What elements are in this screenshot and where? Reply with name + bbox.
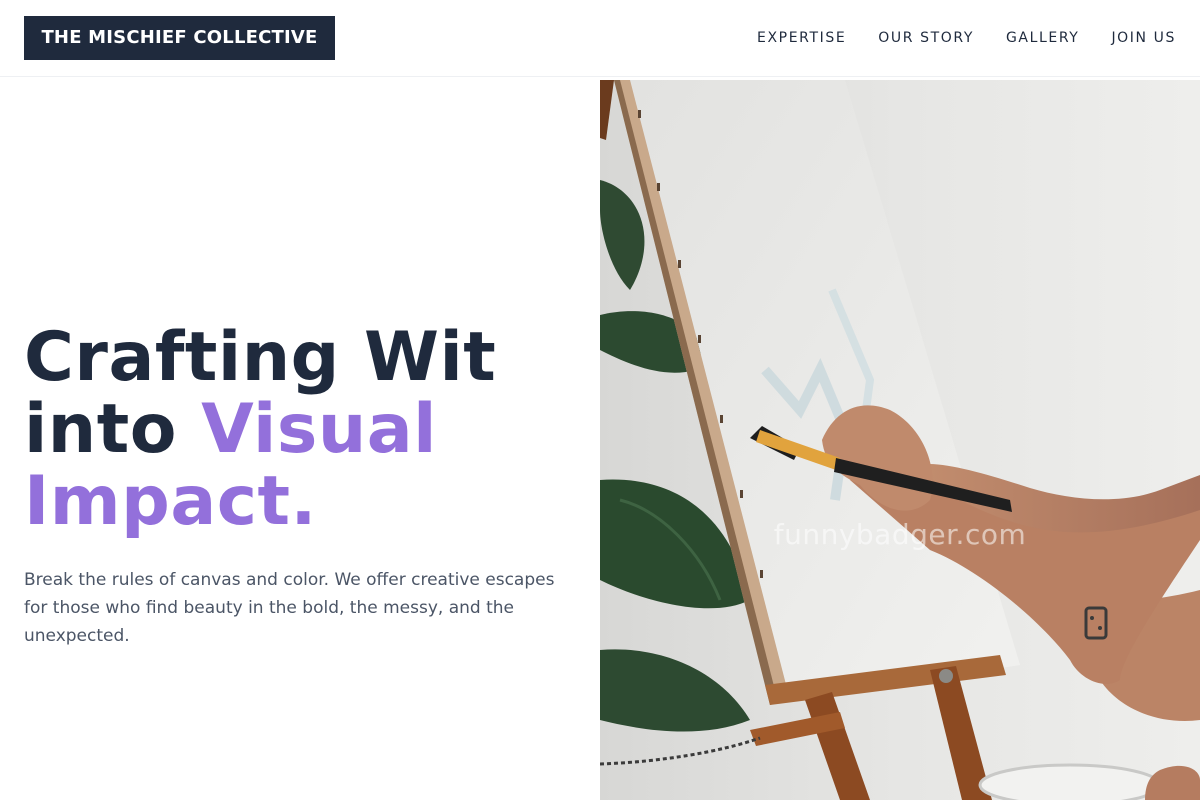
site-header: THE MISCHIEF COLLECTIVE EXPERTISE OUR ST… <box>0 0 1200 77</box>
main-nav: EXPERTISE OUR STORY GALLERY JOIN US <box>757 27 1176 49</box>
logo-button[interactable]: THE MISCHIEF COLLECTIVE <box>24 16 335 60</box>
hero-title: Crafting Wit into Visual Impact. <box>24 322 584 538</box>
image-watermark: funnybadger.com <box>773 518 1027 551</box>
hero-title-accent-impact: Impact. <box>24 462 317 541</box>
nav-link-our-story[interactable]: OUR STORY <box>878 27 974 49</box>
hero-title-accent-visual: Visual <box>201 390 437 469</box>
hero-description: Break the rules of canvas and color. We … <box>24 570 555 646</box>
hero-text: Crafting Wit into Visual Impact. Break t… <box>24 322 584 650</box>
hero-title-line1: Crafting Wit <box>24 318 497 397</box>
hero-title-line2: into <box>24 390 202 469</box>
hero-image-painting <box>600 80 1200 800</box>
nav-link-join-us[interactable]: JOIN US <box>1111 27 1176 49</box>
nav-link-expertise[interactable]: EXPERTISE <box>757 27 846 49</box>
landing-page: THE MISCHIEF COLLECTIVE EXPERTISE OUR ST… <box>0 0 1200 800</box>
nav-link-gallery[interactable]: GALLERY <box>1006 27 1079 49</box>
